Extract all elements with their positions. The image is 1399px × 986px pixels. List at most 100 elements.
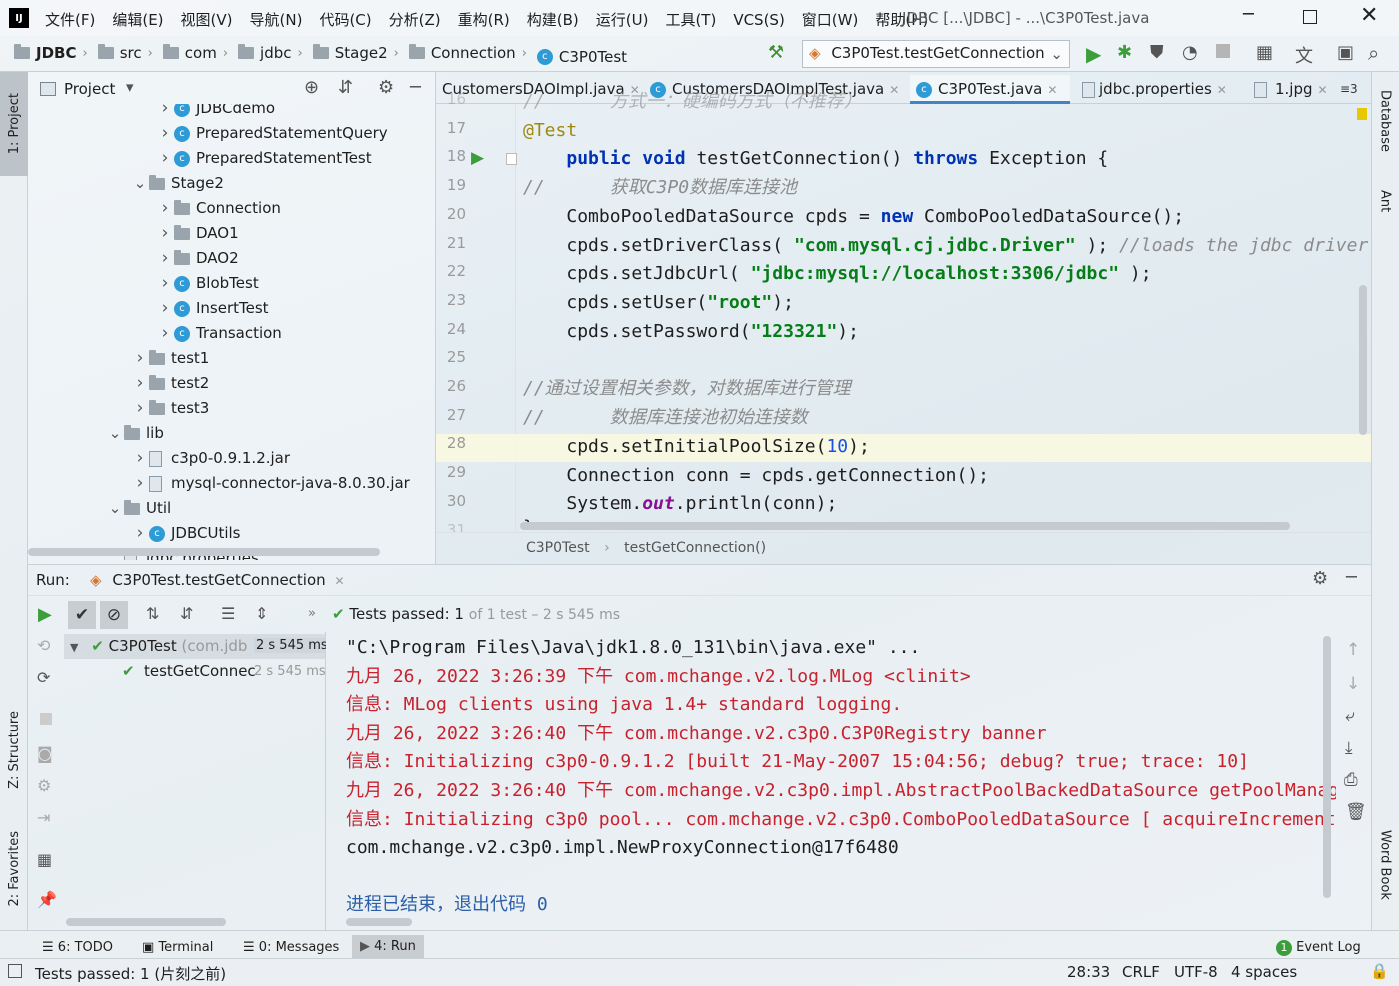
- chevron-down-icon[interactable]: ⌄: [106, 496, 124, 521]
- rerun-failed-icon[interactable]: ⟲: [37, 636, 50, 655]
- status-toggle-icon[interactable]: [8, 964, 22, 978]
- expand-all-icon[interactable]: ☰: [221, 604, 235, 623]
- stop-icon[interactable]: [40, 713, 52, 725]
- structure-tool-button[interactable]: Z: Structure: [2, 700, 26, 800]
- debug-icon[interactable]: ✱: [1117, 42, 1132, 63]
- project-tree-item[interactable]: › mysql-connector-java-8.0.30.jar: [131, 471, 410, 496]
- chevron-down-icon[interactable]: ⌄: [106, 421, 124, 446]
- project-tree-item[interactable]: › c BlobTest: [156, 271, 259, 296]
- menu-item[interactable]: 导航(N): [250, 11, 303, 29]
- close-tab-icon[interactable]: ✕: [1217, 83, 1227, 97]
- search-icon[interactable]: ⌕: [1368, 41, 1379, 65]
- rerun-icon[interactable]: ▶: [38, 604, 52, 625]
- project-tree-item[interactable]: › c3p0-0.9.1.2.jar: [131, 446, 290, 471]
- run-config-selector[interactable]: ◈ C3P0Test.testGetConnection ⌄: [802, 40, 1070, 68]
- database-tool-button[interactable]: Database: [1374, 90, 1396, 170]
- exit-icon[interactable]: ⇥: [37, 808, 50, 827]
- breadcrumb-item[interactable]: Stage2 ›: [312, 44, 405, 62]
- terminal-tool-button[interactable]: ▣ Terminal: [142, 938, 213, 958]
- run-tool-button[interactable]: ▶ 4: Run: [352, 935, 424, 959]
- project-tree-item[interactable]: › c PreparedStatementTest: [156, 146, 372, 171]
- build-hammer-icon[interactable]: ⚒: [768, 42, 784, 63]
- chevron-right-icon[interactable]: ›: [131, 346, 149, 371]
- project-tree-item[interactable]: › test2: [131, 371, 210, 396]
- chevron-right-icon[interactable]: ›: [156, 121, 174, 146]
- chevron-right-icon[interactable]: ›: [156, 271, 174, 296]
- event-log-button[interactable]: 1 Event Log: [1276, 938, 1361, 958]
- chevron-right-icon[interactable]: ›: [156, 246, 174, 271]
- pin-icon[interactable]: 📌: [37, 890, 57, 909]
- show-ignored-toggle[interactable]: ⊘: [100, 601, 128, 629]
- stop-icon[interactable]: [1216, 44, 1230, 58]
- translate-icon[interactable]: 文: [1295, 42, 1313, 68]
- breadcrumb-item[interactable]: com ›: [162, 44, 234, 62]
- collapse-all-icon[interactable]: ⇕: [255, 604, 268, 623]
- project-structure-icon[interactable]: ▦: [1256, 42, 1273, 63]
- run-test-gutter-icon[interactable]: ▶: [471, 148, 484, 168]
- gear-icon[interactable]: ⚙: [378, 77, 394, 98]
- menu-item[interactable]: 文件(F): [45, 11, 95, 29]
- run-tab[interactable]: ◈ C3P0Test.testGetConnection ✕: [90, 571, 345, 589]
- project-tree-item[interactable]: › c JDBCUtils: [131, 521, 241, 546]
- scroll-up-icon[interactable]: ↑: [1346, 640, 1360, 660]
- project-tree-item[interactable]: › c InsertTest: [156, 296, 269, 321]
- print-icon[interactable]: ⎙: [1344, 770, 1358, 790]
- test-tree-scrollbar[interactable]: [66, 918, 226, 926]
- chevron-right-icon[interactable]: ›: [156, 321, 174, 346]
- gear-icon[interactable]: ⚙: [1312, 568, 1328, 589]
- show-passed-toggle[interactable]: ✔: [68, 601, 96, 629]
- project-tree-item[interactable]: ⌄ Util: [106, 496, 172, 521]
- favorites-tool-button[interactable]: 2: Favorites: [2, 820, 26, 918]
- breadcrumb-item[interactable]: jdbc ›: [238, 44, 309, 62]
- hide-panel-icon[interactable]: ─: [1346, 567, 1357, 588]
- project-tree-item[interactable]: › test3: [131, 396, 210, 421]
- close-tab-icon[interactable]: ✕: [1047, 83, 1057, 97]
- locate-icon[interactable]: ⊕: [304, 77, 319, 98]
- test-tree-row-suite[interactable]: ▼ ✔ C3P0Test (com.jdb 2 s 545 ms: [64, 634, 326, 659]
- more-icon[interactable]: »: [308, 606, 316, 621]
- project-tree-item[interactable]: ⌄ Stage2: [131, 171, 224, 196]
- breadcrumb-item[interactable]: c C3P0Test: [536, 48, 627, 66]
- breadcrumb-class[interactable]: C3P0Test: [526, 540, 590, 556]
- chevron-right-icon[interactable]: ›: [156, 196, 174, 221]
- close-tab-icon[interactable]: ✕: [334, 574, 344, 588]
- hide-panel-icon[interactable]: ─: [410, 77, 421, 98]
- tab-overflow[interactable]: ≡3: [1340, 82, 1358, 96]
- test-tree-row-method[interactable]: ✔ testGetConnec 2 s 545 ms: [64, 659, 326, 684]
- terminal-toggle-icon[interactable]: ▣: [1337, 42, 1354, 63]
- menu-item[interactable]: VCS(S): [733, 11, 784, 29]
- menu-item[interactable]: 窗口(W): [802, 11, 859, 29]
- console-vertical-scrollbar[interactable]: [1323, 636, 1331, 898]
- maximize-button[interactable]: [1303, 10, 1317, 24]
- coverage-icon[interactable]: ⛊: [1150, 42, 1164, 63]
- trash-icon[interactable]: 🗑: [1345, 802, 1367, 822]
- editor-horizontal-scrollbar[interactable]: [520, 522, 1290, 530]
- project-tree-item[interactable]: › c PreparedStatementQuery: [156, 121, 388, 146]
- chevron-right-icon[interactable]: ›: [131, 446, 149, 471]
- fold-marker-icon[interactable]: [506, 153, 517, 165]
- indent-setting[interactable]: 4 spaces: [1231, 963, 1297, 981]
- layout-icon[interactable]: ▦: [37, 850, 52, 869]
- project-tree-item[interactable]: › DAO1: [156, 221, 239, 246]
- project-view-title[interactable]: Project: [64, 80, 115, 98]
- profile-icon[interactable]: ◔: [1182, 42, 1198, 63]
- chevron-right-icon[interactable]: ›: [131, 471, 149, 496]
- editor-tab[interactable]: jdbc.properties ✕: [1076, 75, 1244, 104]
- breadcrumb-item[interactable]: JDBC ›: [14, 44, 94, 62]
- editor-tab[interactable]: c C3P0Test.java ✕: [910, 75, 1070, 104]
- sort-duration-icon[interactable]: ⇵: [180, 604, 193, 623]
- caret-position[interactable]: 28:33: [1067, 963, 1110, 981]
- project-tree-item[interactable]: ⌄ lib: [106, 421, 164, 446]
- menu-item[interactable]: 视图(V): [181, 11, 233, 29]
- collapse-all-icon[interactable]: ⇵: [338, 77, 353, 98]
- camera-icon[interactable]: ◙: [37, 744, 53, 763]
- chevron-right-icon[interactable]: ›: [131, 521, 149, 546]
- menu-item[interactable]: 编辑(E): [112, 11, 163, 29]
- breadcrumb-item[interactable]: src ›: [97, 44, 159, 62]
- close-tab-icon[interactable]: ✕: [889, 83, 899, 97]
- file-encoding[interactable]: UTF-8: [1174, 963, 1218, 981]
- sort-alpha-icon[interactable]: ⇅: [146, 604, 159, 623]
- menu-item[interactable]: 重构(R): [458, 11, 510, 29]
- scroll-down-icon[interactable]: ↓: [1346, 674, 1360, 694]
- wordbook-tool-button[interactable]: Word Book: [1374, 830, 1396, 925]
